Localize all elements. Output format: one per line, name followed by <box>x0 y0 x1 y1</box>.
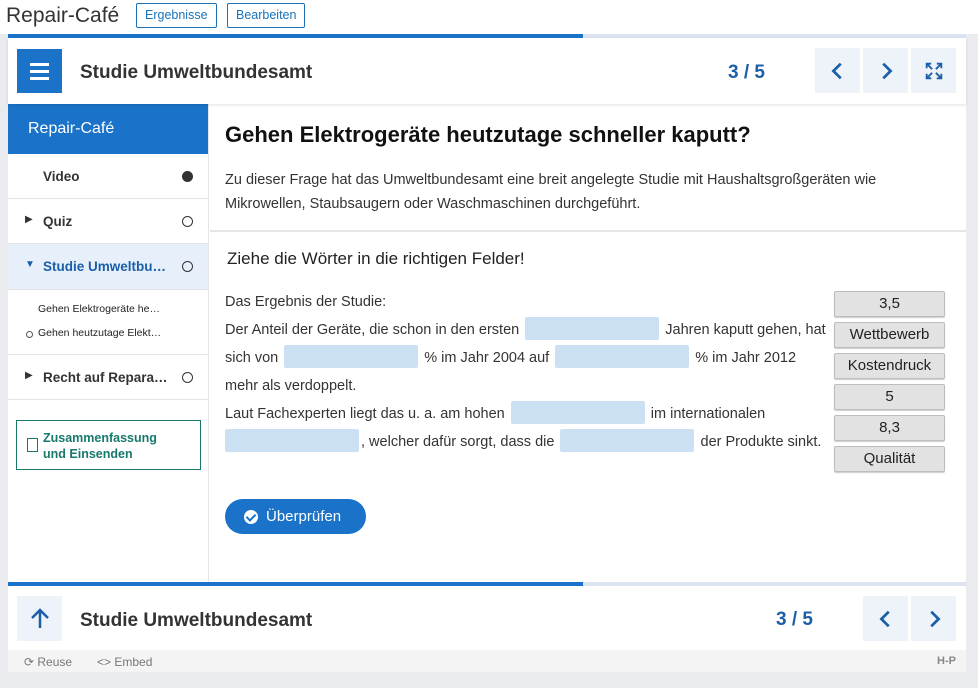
previous-button[interactable] <box>815 48 860 93</box>
sidebar: Repair-Café Video ▶ Quiz ▼ Studie Umwelt… <box>8 104 209 582</box>
header: Studie Umweltbundesamt 3 / 5 <box>8 38 966 104</box>
embed-link[interactable]: <> Embed <box>97 655 152 669</box>
chevron-right-icon <box>881 62 893 79</box>
page-counter: 3 / 5 <box>776 609 813 630</box>
arrow-up-icon <box>30 607 49 628</box>
next-button[interactable] <box>911 596 956 641</box>
sidebar-item-label: Video <box>43 169 80 184</box>
check-button[interactable]: Überprüfen <box>225 499 366 534</box>
meta-bar: ⟳ Reuse <> Embed H-P <box>8 650 966 672</box>
draggable-word[interactable]: 8,3 <box>834 415 945 441</box>
draggable-word[interactable]: Wettbewerb <box>834 322 945 348</box>
sidebar-item-label: Studie Umweltbu… <box>43 259 167 274</box>
summary-submit-button[interactable]: Zusammenfassung und Einsenden <box>16 420 201 470</box>
fullscreen-button[interactable] <box>911 48 956 93</box>
drop-zone[interactable] <box>225 429 359 453</box>
status-open-icon <box>182 372 193 383</box>
sidebar-subitems: Gehen Elektrogeräte he… Gehen heutzutage… <box>8 290 208 355</box>
status-filled-icon <box>182 171 193 182</box>
question-title: Gehen Elektrogeräte heutzutage schneller… <box>225 122 751 147</box>
caret-right-icon: ▶ <box>25 214 33 225</box>
chevron-right-icon <box>929 610 941 627</box>
menu-button[interactable] <box>17 49 62 93</box>
sidebar-item-label: Quiz <box>43 214 73 229</box>
status-open-icon <box>182 261 193 272</box>
drop-zone[interactable] <box>555 345 690 369</box>
footer-title: Studie Umweltbundesamt <box>80 610 313 631</box>
h5p-frame: Studie Umweltbundesamt 3 / 5 Repair-Café… <box>8 34 966 672</box>
previous-button[interactable] <box>863 596 908 641</box>
draggable-word[interactable]: Kostendruck <box>834 353 945 379</box>
draggable-word[interactable]: Qualität <box>834 446 945 472</box>
question-intro: Zu dieser Frage hat das Umweltbundesamt … <box>225 172 877 212</box>
draggable-word[interactable]: 5 <box>834 384 945 410</box>
content-header: Gehen Elektrogeräte heutzutage schneller… <box>210 104 966 232</box>
h5p-logo: H-P <box>937 655 956 667</box>
draggable-word[interactable]: 3,5 <box>834 291 945 317</box>
sidebar-item-video[interactable]: Video <box>8 154 208 199</box>
drop-zone[interactable] <box>510 401 645 425</box>
drop-zone[interactable] <box>525 317 660 341</box>
content-area: Gehen Elektrogeräte heutzutage schneller… <box>210 104 966 582</box>
sidebar-subitem[interactable]: Gehen heutzutage Elekt… <box>8 327 208 351</box>
drop-zone[interactable] <box>284 345 419 369</box>
chevron-left-icon <box>878 610 890 627</box>
sidebar-item-label: Recht auf Repara… <box>43 370 168 385</box>
sidebar-subitem[interactable]: Gehen Elektrogeräte he… <box>8 303 208 327</box>
scroll-top-button[interactable] <box>17 596 62 641</box>
page-counter: 3 / 5 <box>728 62 765 83</box>
embed-icon: <> <box>97 655 115 669</box>
task-description: Ziehe die Wörter in die richtigen Felder… <box>227 249 525 268</box>
sidebar-item-quiz[interactable]: ▶ Quiz <box>8 199 208 244</box>
caret-right-icon: ▶ <box>25 370 33 381</box>
check-circle-icon <box>244 510 258 524</box>
sidebar-item-recht[interactable]: ▶ Recht auf Repara… <box>8 355 208 400</box>
caret-down-icon: ▼ <box>25 259 35 270</box>
results-button[interactable]: Ergebnisse <box>136 3 217 28</box>
sidebar-item-studie[interactable]: ▼ Studie Umweltbu… <box>8 244 208 290</box>
cloze-text: Das Ergebnis der Studie: Der Anteil der … <box>225 288 830 456</box>
word-bank: 3,5 Wettbewerb Kostendruck 5 8,3 Qualitä… <box>834 291 945 477</box>
document-icon <box>27 438 38 452</box>
expand-icon <box>925 62 942 79</box>
header-title: Studie Umweltbundesamt <box>80 62 313 83</box>
edit-button[interactable]: Bearbeiten <box>227 3 306 28</box>
chevron-left-icon <box>830 62 842 79</box>
footer: Studie Umweltbundesamt 3 / 5 <box>8 586 966 650</box>
sidebar-title: Repair-Café <box>8 104 208 154</box>
reuse-link[interactable]: ⟳ Reuse <box>24 655 72 669</box>
next-button[interactable] <box>863 48 908 93</box>
status-open-icon <box>182 216 193 227</box>
top-bar: Repair-Café Ergebnisse Bearbeiten <box>0 0 978 34</box>
reuse-icon: ⟳ <box>24 655 38 669</box>
app-title: Repair-Café <box>6 4 120 27</box>
hamburger-icon <box>30 62 49 66</box>
drop-zone[interactable] <box>560 429 695 453</box>
